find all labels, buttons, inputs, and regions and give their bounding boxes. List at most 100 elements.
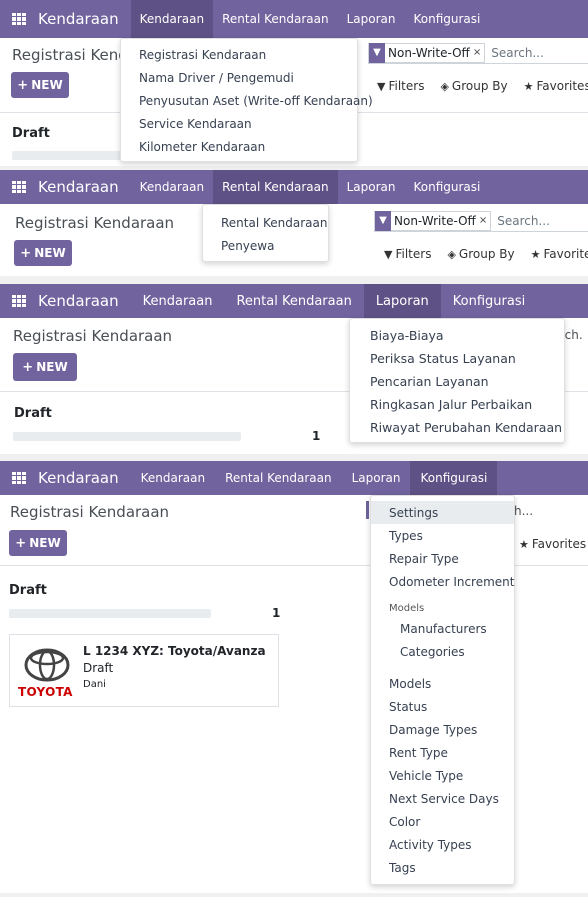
search-toolbar: ▼Filters ◈Group By ★Favorites — [377, 79, 588, 93]
vehicle-driver: Dani — [83, 679, 106, 690]
nav-laporan[interactable]: Laporan — [342, 461, 411, 495]
group-count: 1 — [312, 429, 321, 443]
search-bar[interactable]: ▼ Non-Write-Off × Search... — [368, 42, 588, 64]
group-progress-bar — [9, 609, 211, 618]
menu-item-penyusutan-aset[interactable]: Penyusutan Aset (Write-off Kendaraan) — [121, 89, 373, 112]
menu-item-next-service-days[interactable]: Next Service Days — [371, 787, 514, 810]
filters-button[interactable]: ▼ Filters — [377, 79, 424, 93]
nav-rental-kendaraan[interactable]: Rental Kendaraan — [224, 284, 363, 318]
menu-item-biaya-biaya[interactable]: Biaya-Biaya — [350, 324, 564, 347]
menu-item-service-kendaraan[interactable]: Service Kendaraan — [121, 112, 357, 135]
menu-item-pencarian-layanan[interactable]: Pencarian Layanan — [350, 370, 564, 393]
app-brand[interactable]: Kendaraan — [38, 292, 119, 310]
nav-laporan[interactable]: Laporan — [338, 170, 405, 204]
group-progress-bar — [13, 432, 241, 441]
vehicle-card[interactable]: TOYOTA L 1234 XYZ: Toyota/Avanza Draft D… — [9, 634, 279, 707]
plus-icon: + — [17, 77, 29, 93]
nav-rental-kendaraan[interactable]: Rental Kendaraan — [215, 461, 341, 495]
filter-icon: ▼ — [375, 210, 391, 231]
new-button[interactable]: + NEW — [11, 72, 69, 98]
filter-icon: ▼ — [384, 247, 393, 261]
layers-icon: ◈ — [440, 79, 449, 93]
menu-item-repair-type[interactable]: Repair Type — [371, 547, 514, 570]
toyota-logo: TOYOTA — [18, 647, 76, 699]
nav-konfigurasi[interactable]: Konfigurasi — [441, 284, 537, 318]
nav-kendaraan[interactable]: Kendaraan — [131, 170, 213, 204]
search-bar[interactable]: ▼ Non-Write-Off × Search... — [374, 210, 588, 232]
app-grid-icon[interactable] — [12, 472, 26, 484]
filters-label: Filters — [388, 79, 425, 93]
menu-item-activity-types[interactable]: Activity Types — [371, 833, 514, 856]
menu-item-status[interactable]: Status — [371, 695, 514, 718]
navbar: Kendaraan Kendaraan Rental Kendaraan Lap… — [0, 461, 588, 495]
search-input[interactable]: Search... — [497, 214, 550, 228]
menu-item-settings[interactable]: Settings — [371, 501, 514, 524]
group-by-button[interactable]: ◈ Group By — [447, 247, 514, 261]
menu-item-color[interactable]: Color — [371, 810, 514, 833]
menu-item-vehicle-type[interactable]: Vehicle Type — [371, 764, 514, 787]
filters-label: Filters — [395, 247, 432, 261]
plus-icon: + — [22, 359, 34, 375]
menu-item-periksa-status-layanan[interactable]: Periksa Status Layanan — [350, 347, 564, 370]
layers-icon: ◈ — [447, 247, 456, 261]
facet-label: Non-Write-Off — [388, 45, 470, 60]
filters-button[interactable]: ▼ Filters — [384, 247, 431, 261]
menu-item-kilometer-kendaraan[interactable]: Kilometer Kendaraan — [121, 135, 357, 158]
nav-laporan[interactable]: Laporan — [363, 284, 441, 318]
new-button-label: NEW — [31, 78, 63, 92]
search-bar-edge — [366, 501, 369, 519]
new-button[interactable]: + NEW — [9, 530, 67, 556]
app-brand[interactable]: Kendaraan — [38, 178, 119, 196]
menu-item-categories[interactable]: Categories — [371, 640, 514, 663]
navbar: Kendaraan Kendaraan Rental Kendaraan Lap… — [0, 0, 588, 38]
menu-item-types[interactable]: Types — [371, 524, 514, 547]
group-progress-bar — [12, 151, 132, 160]
favorites-button[interactable]: ★Favorites — [524, 79, 588, 93]
app-grid-icon[interactable] — [12, 181, 26, 193]
navbar: Kendaraan Kendaraan Rental Kendaraan Lap… — [0, 170, 588, 204]
remove-facet-icon[interactable]: × — [479, 215, 490, 226]
new-button[interactable]: + NEW — [13, 353, 77, 381]
menu-item-models[interactable]: Models — [371, 672, 514, 695]
nav-konfigurasi[interactable]: Konfigurasi — [404, 170, 489, 204]
group-count: 1 — [272, 606, 281, 620]
menu-item-tags[interactable]: Tags — [371, 856, 514, 879]
remove-facet-icon[interactable]: × — [473, 47, 484, 58]
search-input[interactable]: h... — [514, 504, 533, 518]
nav-rental-kendaraan[interactable]: Rental Kendaraan — [213, 170, 338, 204]
new-button[interactable]: + NEW — [14, 240, 72, 266]
menu-item-penyewa[interactable]: Penyewa — [203, 234, 328, 257]
nav-konfigurasi[interactable]: Konfigurasi — [404, 0, 489, 38]
group-by-button[interactable]: ◈ Group By — [440, 79, 507, 93]
favorites-button[interactable]: ★Favorites — [531, 247, 588, 261]
menu-item-damage-types[interactable]: Damage Types — [371, 718, 514, 741]
panel-kendaraan-menu: Kendaraan Kendaraan Rental Kendaraan Lap… — [0, 0, 588, 166]
search-input[interactable]: Search... — [491, 46, 544, 60]
filter-facet[interactable]: ▼ Non-Write-Off × — [368, 42, 486, 63]
menu-item-rent-type[interactable]: Rent Type — [371, 741, 514, 764]
menu-item-manufacturers[interactable]: Manufacturers — [371, 617, 514, 640]
menu-item-riwayat-perubahan-kendaraan[interactable]: Riwayat Perubahan Kendaraan — [350, 416, 564, 439]
navbar: Kendaraan Kendaraan Rental Kendaraan Lap… — [0, 284, 588, 318]
app-grid-icon[interactable] — [12, 13, 26, 25]
page-title: Registrasi Kend — [12, 46, 128, 64]
app-grid-icon[interactable] — [12, 295, 26, 307]
menu-item-nama-driver[interactable]: Nama Driver / Pengemudi — [121, 66, 357, 89]
nav-kendaraan[interactable]: Kendaraan — [130, 0, 214, 38]
app-brand[interactable]: Kendaraan — [38, 469, 119, 487]
nav-konfigurasi[interactable]: Konfigurasi — [410, 461, 498, 495]
menu-item-rental-kendaraan[interactable]: Rental Kendaraan — [203, 211, 328, 234]
app-brand[interactable]: Kendaraan — [38, 10, 119, 28]
favorites-button[interactable]: ★Favorites — [519, 537, 586, 551]
menu-item-ringkasan-jalur-perbaikan[interactable]: Ringkasan Jalur Perbaikan — [350, 393, 564, 416]
menu-item-odometer-increment[interactable]: Odometer Increment — [371, 570, 515, 593]
nav-kendaraan[interactable]: Kendaraan — [131, 461, 215, 495]
menu-item-registrasi-kendaraan[interactable]: Registrasi Kendaraan — [121, 43, 357, 66]
filter-facet[interactable]: ▼ Non-Write-Off × — [374, 210, 492, 231]
group-draft-label: Draft — [9, 583, 47, 598]
nav-kendaraan[interactable]: Kendaraan — [131, 284, 225, 318]
new-button-label: NEW — [29, 536, 61, 550]
nav-rental-kendaraan[interactable]: Rental Kendaraan — [213, 0, 337, 38]
page-title: Registrasi Kendaraan — [13, 327, 173, 345]
nav-laporan[interactable]: Laporan — [338, 0, 405, 38]
